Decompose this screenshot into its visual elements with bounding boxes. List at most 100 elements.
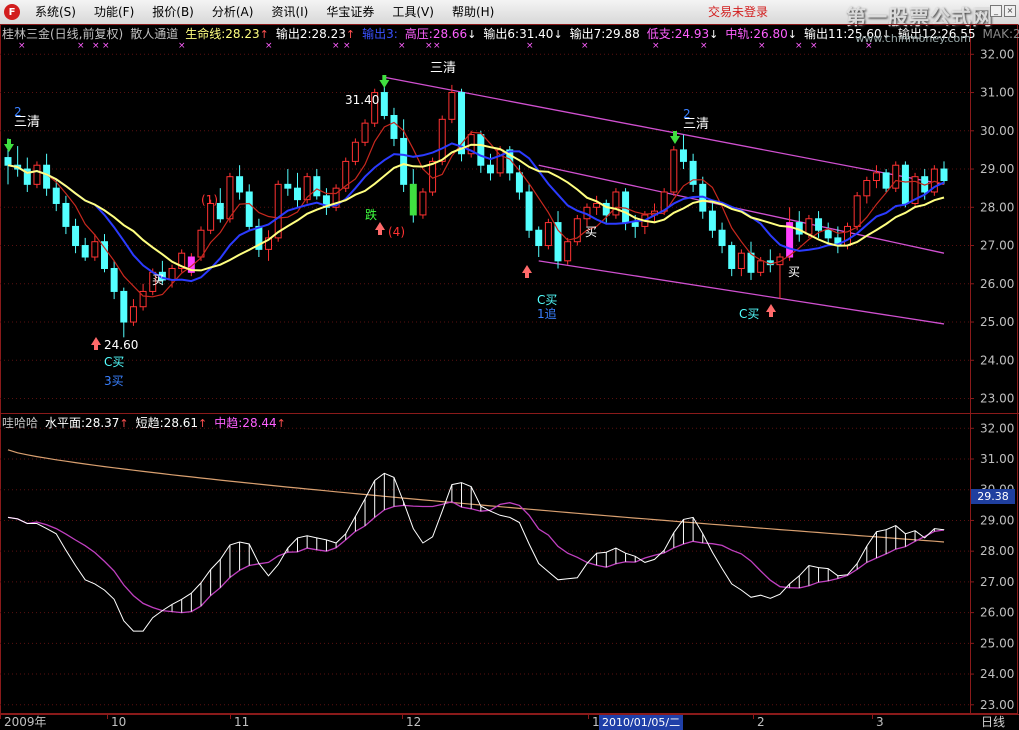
date-tick: [402, 715, 403, 719]
cross-marker-icon: ×: [92, 41, 100, 51]
candle-body: [380, 92, 388, 116]
menu-broker[interactable]: 华宝证券: [317, 0, 383, 24]
main-y-tick-label: 24.00: [980, 353, 1014, 367]
candle-body: [236, 176, 244, 193]
buy-arrow-icon: [525, 273, 529, 278]
sell-arrow-icon: [670, 136, 680, 144]
period-selector[interactable]: 日线: [981, 715, 1005, 730]
date-label: 2009年: [4, 715, 47, 729]
date-tick: [107, 715, 108, 719]
menu-help[interactable]: 帮助(H): [443, 0, 503, 24]
cross-marker-icon: ×: [652, 41, 660, 51]
cross-marker-icon: ×: [425, 41, 433, 51]
candle-body: [670, 149, 678, 193]
candle-body: [622, 191, 630, 224]
buy-arrow-icon: [94, 345, 98, 350]
chart-area[interactable]: 32.00 31.00 30.00 29.00 28.00 27.00 26.00 25.00…: [0, 24, 1019, 714]
main-legend-label: 输出6:31.40: [483, 27, 554, 41]
menu-report[interactable]: 报价(B): [143, 0, 203, 24]
main-legend-item: 输出7:29.88: [570, 26, 640, 42]
signal-label: 2: [14, 105, 22, 119]
candle-body: [863, 180, 871, 197]
main-y-tick-label: 27.00: [980, 239, 1014, 253]
date-label: 2: [757, 715, 765, 729]
menu-info[interactable]: 资讯(I): [262, 0, 317, 24]
trade-login-status[interactable]: 交易未登录: [708, 0, 768, 24]
candle-body: [4, 157, 12, 166]
candle-body: [718, 229, 726, 247]
main-legend-label: 低支:24.93: [646, 27, 710, 41]
cross-marker-icon: ×: [332, 41, 340, 51]
signal-label: 3买: [104, 374, 124, 388]
candle-body: [207, 202, 215, 231]
arrow-down-icon: ↓: [553, 28, 563, 41]
menu-tools[interactable]: 工具(V): [383, 0, 443, 24]
main-legend-item: 生命线:28.23↑: [185, 26, 269, 42]
signal-label: 24.60: [104, 338, 138, 352]
main-legend-label: 中轨:26.80: [725, 27, 788, 41]
signal-label: C买: [537, 293, 557, 307]
sub-legend-item: 水平面:28.37↑: [45, 415, 129, 431]
sub-y-tick-label: 25.00: [980, 636, 1014, 650]
main-legend-item: 低支:24.93↓: [647, 26, 719, 42]
cross-marker-icon: ×: [18, 41, 26, 51]
sub-legend-label: 短趋:28.61: [135, 416, 199, 430]
date-cursor-label: 2010/01/05/二: [599, 715, 684, 730]
arrow-up-icon: ↑: [259, 28, 269, 41]
cross-marker-icon: ×: [398, 41, 406, 51]
candle-body: [52, 187, 60, 204]
cross-marker-icon: ×: [265, 41, 273, 51]
candle-body: [728, 245, 736, 269]
candle-body: [737, 252, 745, 269]
candle-body: [853, 195, 861, 227]
candle-body: [33, 164, 41, 185]
cross-marker-icon: ×: [526, 41, 534, 51]
date-tick: [753, 715, 754, 719]
sub-mid-trend-line: [7, 501, 945, 614]
date-label: 3: [876, 715, 884, 729]
chart-frame: [0, 24, 1018, 714]
arrow-down-icon: ↓: [787, 28, 797, 41]
close-icon[interactable]: ×: [1004, 5, 1016, 17]
candle-body: [892, 164, 900, 189]
buy-arrow-icon: [522, 265, 532, 273]
cross-marker-icon: ×: [102, 41, 110, 51]
candle-body: [882, 172, 890, 189]
candle-body: [110, 267, 118, 292]
signal-label: 1追: [537, 306, 557, 321]
candle-body: [293, 187, 301, 201]
cross-marker-icon: ×: [795, 41, 803, 51]
candle-body: [544, 222, 552, 247]
candle-body: [448, 92, 456, 120]
sub-short-trend-line: [7, 472, 945, 632]
app-logo-icon[interactable]: F: [4, 4, 20, 20]
sell-arrow-icon: [379, 80, 390, 88]
signal-label: (1): [201, 193, 218, 207]
cross-marker-icon: ×: [758, 41, 766, 51]
main-legend-label: 桂林三金(日线,前复权): [2, 27, 124, 41]
main-y-tick-label: 26.00: [980, 277, 1014, 291]
menu-system[interactable]: 系统(S): [26, 0, 85, 24]
sub-indicator: [7, 449, 945, 632]
candle-body: [400, 137, 408, 185]
arrow-down-icon: ↓: [709, 28, 719, 41]
menu-analysis[interactable]: 分析(A): [203, 0, 263, 24]
candle-body: [631, 222, 639, 227]
watermark-url: www.chinmoney.com: [855, 32, 971, 45]
signal-label: C买: [739, 307, 759, 321]
ma-short-line: [7, 121, 945, 298]
candle-body: [361, 122, 369, 143]
sell-arrow-icon: [7, 139, 11, 144]
candle-body: [313, 176, 321, 197]
sub-y-tick-label: 23.00: [980, 698, 1014, 712]
candle-body: [168, 267, 176, 281]
signal-label: 三清: [430, 61, 456, 76]
candle-body: [815, 218, 823, 231]
menu-function[interactable]: 功能(F): [85, 0, 143, 24]
main-legend-label: 输出2:28.23: [275, 27, 346, 41]
main-legend-item: 输出6:31.40↓: [483, 26, 562, 42]
minimize-icon[interactable]: _: [990, 5, 1002, 17]
candle-body: [120, 290, 128, 323]
sub-y-tick-label: 29.00: [980, 513, 1014, 527]
date-axis: 2009年 10 11 12 1 2 3 2010/01/05/二 日线: [0, 714, 1019, 730]
